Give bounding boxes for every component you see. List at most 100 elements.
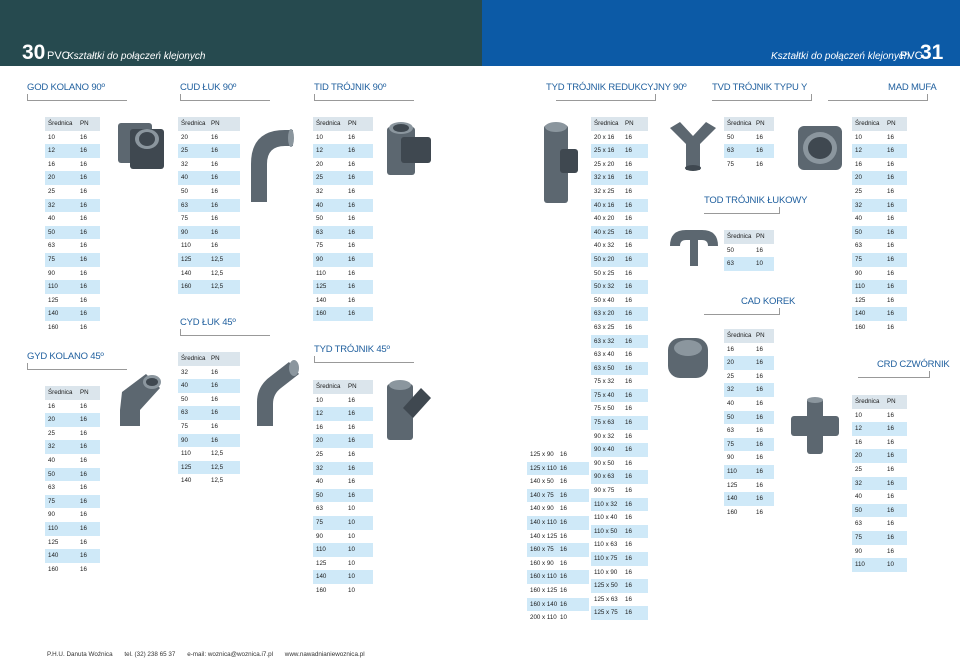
- table-row: 50 16: [313, 488, 373, 503]
- table-tid: Średnica PN 10 16 12 16 20 16 25 16 32 16 40 16 50 16 63…: [313, 117, 373, 321]
- table-tvd: Średnica PN 50 16 63 16 75 16: [724, 117, 774, 172]
- cell-diameter: 12: [316, 147, 323, 155]
- cell-pn: 16: [625, 446, 632, 454]
- table-god: Średnica PN 10 16 12 16 16 16 20 16 25 16 32 16 40 16 50…: [45, 117, 100, 335]
- cell-diameter: 25: [855, 187, 862, 195]
- cell-diameter: Średnica: [855, 398, 880, 405]
- table-row: 140 12,5: [178, 474, 240, 488]
- cell-pn: 16: [756, 399, 763, 407]
- table-row: 75 16: [724, 437, 774, 452]
- cell-pn: 12,5: [211, 255, 224, 263]
- cell-pn: 16: [560, 559, 567, 567]
- cell-pn: 16: [887, 255, 894, 263]
- cell-pn: 16: [348, 187, 355, 195]
- cell-diameter: 40 x 16: [594, 201, 615, 209]
- cell-pn: PN: [348, 383, 357, 390]
- table-row: 110 10: [852, 558, 907, 572]
- cell-diameter: 110 x 75: [594, 555, 618, 562]
- table-row: 125 16: [313, 280, 373, 294]
- table-header: Średnica PN: [591, 117, 648, 131]
- cell-pn: 16: [80, 484, 87, 492]
- table-row: 20 16: [313, 434, 373, 448]
- bend-45-image: [257, 360, 299, 426]
- table-row: 110 x 75 16: [591, 552, 648, 566]
- table-row: 40 16: [852, 212, 907, 226]
- cell-diameter: 50: [181, 187, 188, 195]
- cell-diameter: 125: [727, 481, 738, 489]
- cell-pn: 10: [348, 546, 355, 554]
- cell-diameter: 16: [855, 160, 862, 168]
- cell-diameter: 110: [316, 546, 326, 554]
- cell-diameter: 90 x 40: [594, 446, 615, 454]
- cell-pn: 16: [625, 242, 632, 250]
- cell-diameter: 140: [48, 310, 59, 318]
- table-gyd: Średnica PN 16 16 20 16 25 16 32 16 40 16 50 16 63 16 75…: [45, 386, 100, 577]
- table-row: 90 16: [724, 451, 774, 465]
- footer-web[interactable]: www.nawadnianiewoznica.pl: [285, 651, 365, 658]
- table-row: 125 16: [852, 293, 907, 308]
- cell-diameter: 16: [316, 423, 323, 431]
- table-row: 110 x 90 16: [591, 565, 648, 580]
- cell-pn: 10: [348, 518, 355, 526]
- cell-diameter: 63: [316, 228, 323, 236]
- cell-pn: 16: [80, 497, 87, 505]
- cell-diameter: 110: [181, 450, 191, 458]
- table-row: 32 16: [852, 198, 907, 213]
- cell-pn: 16: [756, 467, 763, 475]
- table-crd: Średnica PN 10 16 12 16 16 16 20 16 25 16 32 16 40 16 50…: [852, 395, 907, 572]
- cell-pn: 16: [756, 160, 763, 168]
- table-row: 63 16: [724, 424, 774, 438]
- table-row: 50 16: [45, 467, 100, 482]
- cell-pn: 16: [80, 255, 87, 263]
- cell-pn: 16: [756, 133, 763, 141]
- cell-diameter: 63: [181, 201, 188, 209]
- cell-diameter: Średnica: [316, 120, 341, 127]
- cell-diameter: 25: [316, 450, 323, 458]
- cell-diameter: 40: [316, 478, 323, 486]
- cell-diameter: Średnica: [855, 120, 880, 127]
- table-row: 125 x 75 16: [591, 606, 648, 620]
- table-row: 160 x 125 16: [527, 583, 589, 598]
- table-row: 40 16: [45, 212, 100, 226]
- table-row: 25 16: [313, 447, 373, 462]
- table-row: 125 x 50 16: [591, 579, 648, 593]
- cell-diameter: 75: [181, 422, 188, 430]
- table-row: 90 x 32 16: [591, 429, 648, 444]
- cell-diameter: 40: [316, 201, 323, 209]
- table-row: 63 16: [852, 239, 907, 253]
- cell-diameter: 140: [316, 296, 327, 304]
- cell-diameter: 40: [855, 493, 862, 501]
- table-row: 10 16: [313, 130, 373, 145]
- cell-pn: 16: [80, 133, 87, 141]
- cell-pn: 16: [211, 147, 218, 155]
- table-row: 63 x 20 16: [591, 307, 648, 321]
- cell-diameter: 63: [727, 147, 734, 155]
- cell-pn: 16: [887, 465, 894, 473]
- cell-diameter: Średnica: [48, 389, 73, 396]
- cell-pn: 16: [625, 391, 632, 399]
- table-row: 40 16: [45, 453, 100, 468]
- table-row: 20 16: [724, 356, 774, 370]
- table-row: 40 x 20 16: [591, 212, 648, 226]
- cell-diameter: 160: [181, 283, 192, 291]
- cell-pn: 16: [625, 310, 632, 318]
- table-row: 25 16: [178, 144, 240, 158]
- cell-diameter: 160: [48, 323, 59, 331]
- coupling-image: [798, 126, 842, 170]
- cell-pn: 16: [625, 378, 632, 386]
- table-row: 160 16: [852, 320, 907, 335]
- cell-diameter: 140: [727, 495, 738, 503]
- cell-diameter: 10: [316, 133, 323, 141]
- table-row: 50 16: [724, 243, 774, 258]
- cell-diameter: 75: [727, 440, 734, 448]
- cell-diameter: 20: [316, 160, 323, 168]
- cell-pn: 16: [80, 187, 87, 195]
- cell-pn: 16: [211, 228, 218, 236]
- table-row: 40 x 25 16: [591, 225, 648, 240]
- table-row: 140 10: [313, 570, 373, 584]
- footer-email[interactable]: e-mail: woznica@woznica.i7.pl: [187, 651, 273, 658]
- cell-pn: 16: [80, 429, 87, 437]
- table-row: 140 16: [724, 492, 774, 506]
- title-cad: CAD KOREK: [741, 296, 796, 307]
- table-row: 25 x 20 16: [591, 157, 648, 172]
